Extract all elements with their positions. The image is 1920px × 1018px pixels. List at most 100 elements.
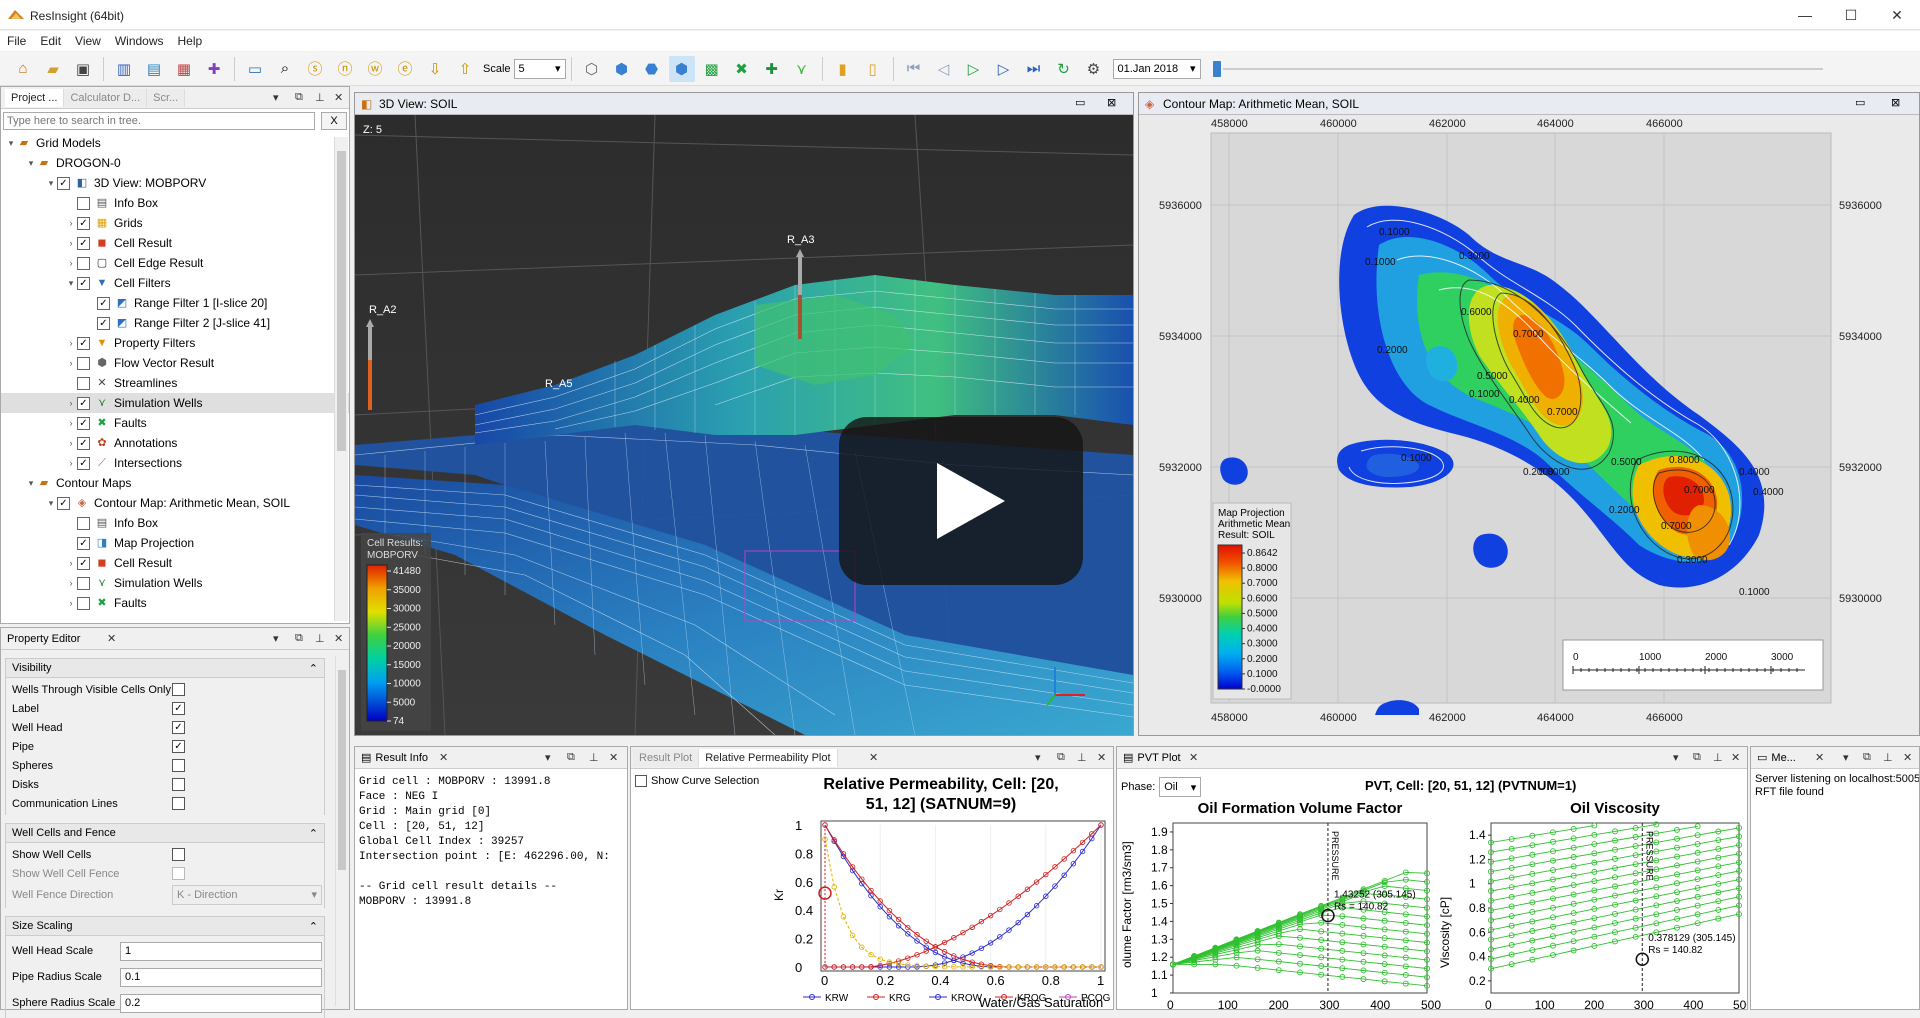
pin-icon[interactable]: ⊥ [1077,751,1087,764]
visibility-row-checkbox[interactable] [172,797,185,810]
menu-file[interactable]: File [0,31,33,51]
expand-arrow-icon[interactable]: ▾ [65,278,77,289]
expand-arrow-icon[interactable]: › [65,578,77,588]
close-icon[interactable]: ✕ [869,751,878,764]
tree-item-checkbox[interactable]: ✓ [77,336,90,350]
tree-item[interactable]: › ✓ ▦ Grids [1,213,349,233]
grid-icon[interactable]: ▦ [171,56,197,82]
tree-search-input[interactable] [3,112,315,130]
tab-calculator[interactable]: Calculator D... [64,88,148,107]
panel-menu-icon[interactable]: ▾ [1673,751,1679,764]
expand-arrow-icon[interactable]: › [65,398,77,408]
menu-edit[interactable]: Edit [33,31,68,51]
snapshot-icon[interactable]: ▭ [242,56,268,82]
tree-item-checkbox[interactable]: ✓ [77,416,90,430]
tree-item-checkbox[interactable] [77,516,90,530]
tree-item[interactable]: ✓ ◩ Range Filter 1 [I-slice 20] [1,293,349,313]
expand-arrow-icon[interactable]: ▾ [5,138,17,149]
close-icon[interactable]: ✕ [334,91,343,104]
close-window-icon[interactable]: ⊠ [1107,96,1116,109]
tree-item[interactable]: › ✓ ⋎ Simulation Wells [1,393,349,413]
tree-item-checkbox[interactable]: ✓ [77,436,90,450]
tab-pvt-plot[interactable]: PVT Plot [1137,752,1180,764]
close-icon[interactable]: ✕ [609,751,618,764]
pipe-radius-scale-input[interactable] [120,967,322,987]
panel-menu-icon[interactable]: ▾ [1035,751,1041,764]
clear-search-button[interactable]: X [321,112,347,130]
close-icon[interactable]: ✕ [439,751,448,764]
pvt-charts[interactable]: Oil Formation Volume Factor 1 1.1 1.2 1.3 1.4… [1117,797,1747,1011]
contour-map-canvas[interactable]: 0.1000 0.1000 0.3000 0.2000 0.7000 0.6000 0.50… [1139,115,1919,735]
tab-project[interactable]: Project ... [5,88,65,107]
view-w-icon[interactable]: ⓦ [362,56,388,82]
time-slider-track[interactable] [1222,67,1823,70]
tab-result-plot[interactable]: Result Plot [633,748,700,767]
close-icon[interactable]: ✕ [1903,751,1912,764]
restore-window-icon[interactable]: ▭ [1075,96,1085,109]
collapse-icon[interactable]: ⌃ [309,920,318,933]
tree-item-checkbox[interactable]: ✓ [77,276,90,290]
play-icon[interactable]: ▷ [961,56,987,82]
tree-item-checkbox[interactable]: ✓ [57,496,70,510]
faults-toggle-icon[interactable]: ✖ [729,56,755,82]
float-icon[interactable]: ⧉ [567,751,575,764]
visibility-row-checkbox[interactable] [172,759,185,772]
wireframe-icon[interactable]: ⬡ [579,56,605,82]
repeat-icon[interactable]: ↻ [1051,56,1077,82]
tree-item[interactable]: ▾ ✓ ◈ Contour Map: Arithmetic Mean, SOIL [1,493,349,513]
restore-window-icon[interactable]: ▭ [1855,96,1865,109]
tree-item-checkbox[interactable] [77,356,90,370]
well-cells-group-header[interactable]: Well Cells and Fence ⌃ [5,823,325,843]
tree-item[interactable]: › ✓ ⟋ Intersections [1,453,349,473]
close-icon[interactable]: ✕ [1189,751,1198,764]
view3d-canvas[interactable]: R_A3 R_A2 R_A5 Z: 5 Cell Results: MOBPOR… [355,115,1133,735]
tree-item[interactable]: › ✓ ✿ Annotations [1,433,349,453]
expand-arrow-icon[interactable]: › [65,558,77,568]
visibility-row-checkbox[interactable]: ✓ [172,740,185,753]
float-icon[interactable]: ⧉ [295,91,303,104]
collapse-icon[interactable]: ⌃ [309,827,318,840]
close-button[interactable]: ✕ [1874,0,1920,30]
expand-arrow-icon[interactable]: › [65,258,77,268]
expand-arrow-icon[interactable]: ▾ [25,158,37,169]
tree-item-checkbox[interactable]: ✓ [77,216,90,230]
close-icon[interactable]: ✕ [334,632,343,645]
tree-item-checkbox[interactable]: ✓ [77,236,90,250]
expand-arrow-icon[interactable]: › [65,458,77,468]
pin-icon[interactable]: ⊥ [315,91,325,104]
expand-arrow-icon[interactable]: › [65,238,77,248]
tree-item[interactable]: ✓ ◨ Map Projection [1,533,349,553]
minimize-button[interactable]: — [1782,0,1828,30]
animation-settings-icon[interactable]: ⚙ [1081,56,1107,82]
visibility-row-checkbox[interactable] [172,778,185,791]
tree-scrollbar-thumb[interactable] [337,151,346,451]
collapse-icon[interactable]: ⌃ [309,662,318,675]
tree-item[interactable]: › ⋎ Simulation Wells [1,573,349,593]
close-icon[interactable]: ✕ [1815,751,1824,764]
plot-icon[interactable]: ▤ [141,56,167,82]
visibility-group-header[interactable]: Visibility ⌃ [5,658,325,678]
surface-mesh-icon[interactable]: ⬢ [609,56,635,82]
tree-item-checkbox[interactable] [77,196,90,210]
tree-item-checkbox[interactable] [77,596,90,610]
well-fence-direction-select[interactable]: K - Direction ▾ [172,884,322,905]
tree-item-checkbox[interactable]: ✓ [77,536,90,550]
zoom-all-icon[interactable]: ⌕ [272,56,298,82]
pin-icon[interactable]: ⊥ [1713,751,1723,764]
expand-arrow-icon[interactable]: ▾ [45,498,57,509]
view-down-icon[interactable]: ⇩ [422,56,448,82]
tree-item-checkbox[interactable] [77,376,90,390]
tree-item[interactable]: › ▢ Cell Edge Result [1,253,349,273]
skip-first-icon[interactable]: ⏮ [901,56,927,82]
tree-item[interactable]: ▤ Info Box [1,513,349,533]
open-case-icon[interactable]: ⌂ [10,56,36,82]
expand-arrow-icon[interactable]: ▾ [45,178,57,189]
view-up-icon[interactable]: ⇧ [452,56,478,82]
tree-item[interactable]: ▾ ✓ ▼ Cell Filters [1,273,349,293]
pin-icon[interactable]: ⊥ [315,632,325,645]
expand-arrow-icon[interactable]: › [65,438,77,448]
float-icon[interactable]: ⧉ [1693,751,1701,764]
phase-select[interactable]: Oil ▾ [1159,777,1202,797]
calculator-icon[interactable]: ✚ [201,56,227,82]
show-well-cell-fence-checkbox[interactable] [172,867,185,880]
